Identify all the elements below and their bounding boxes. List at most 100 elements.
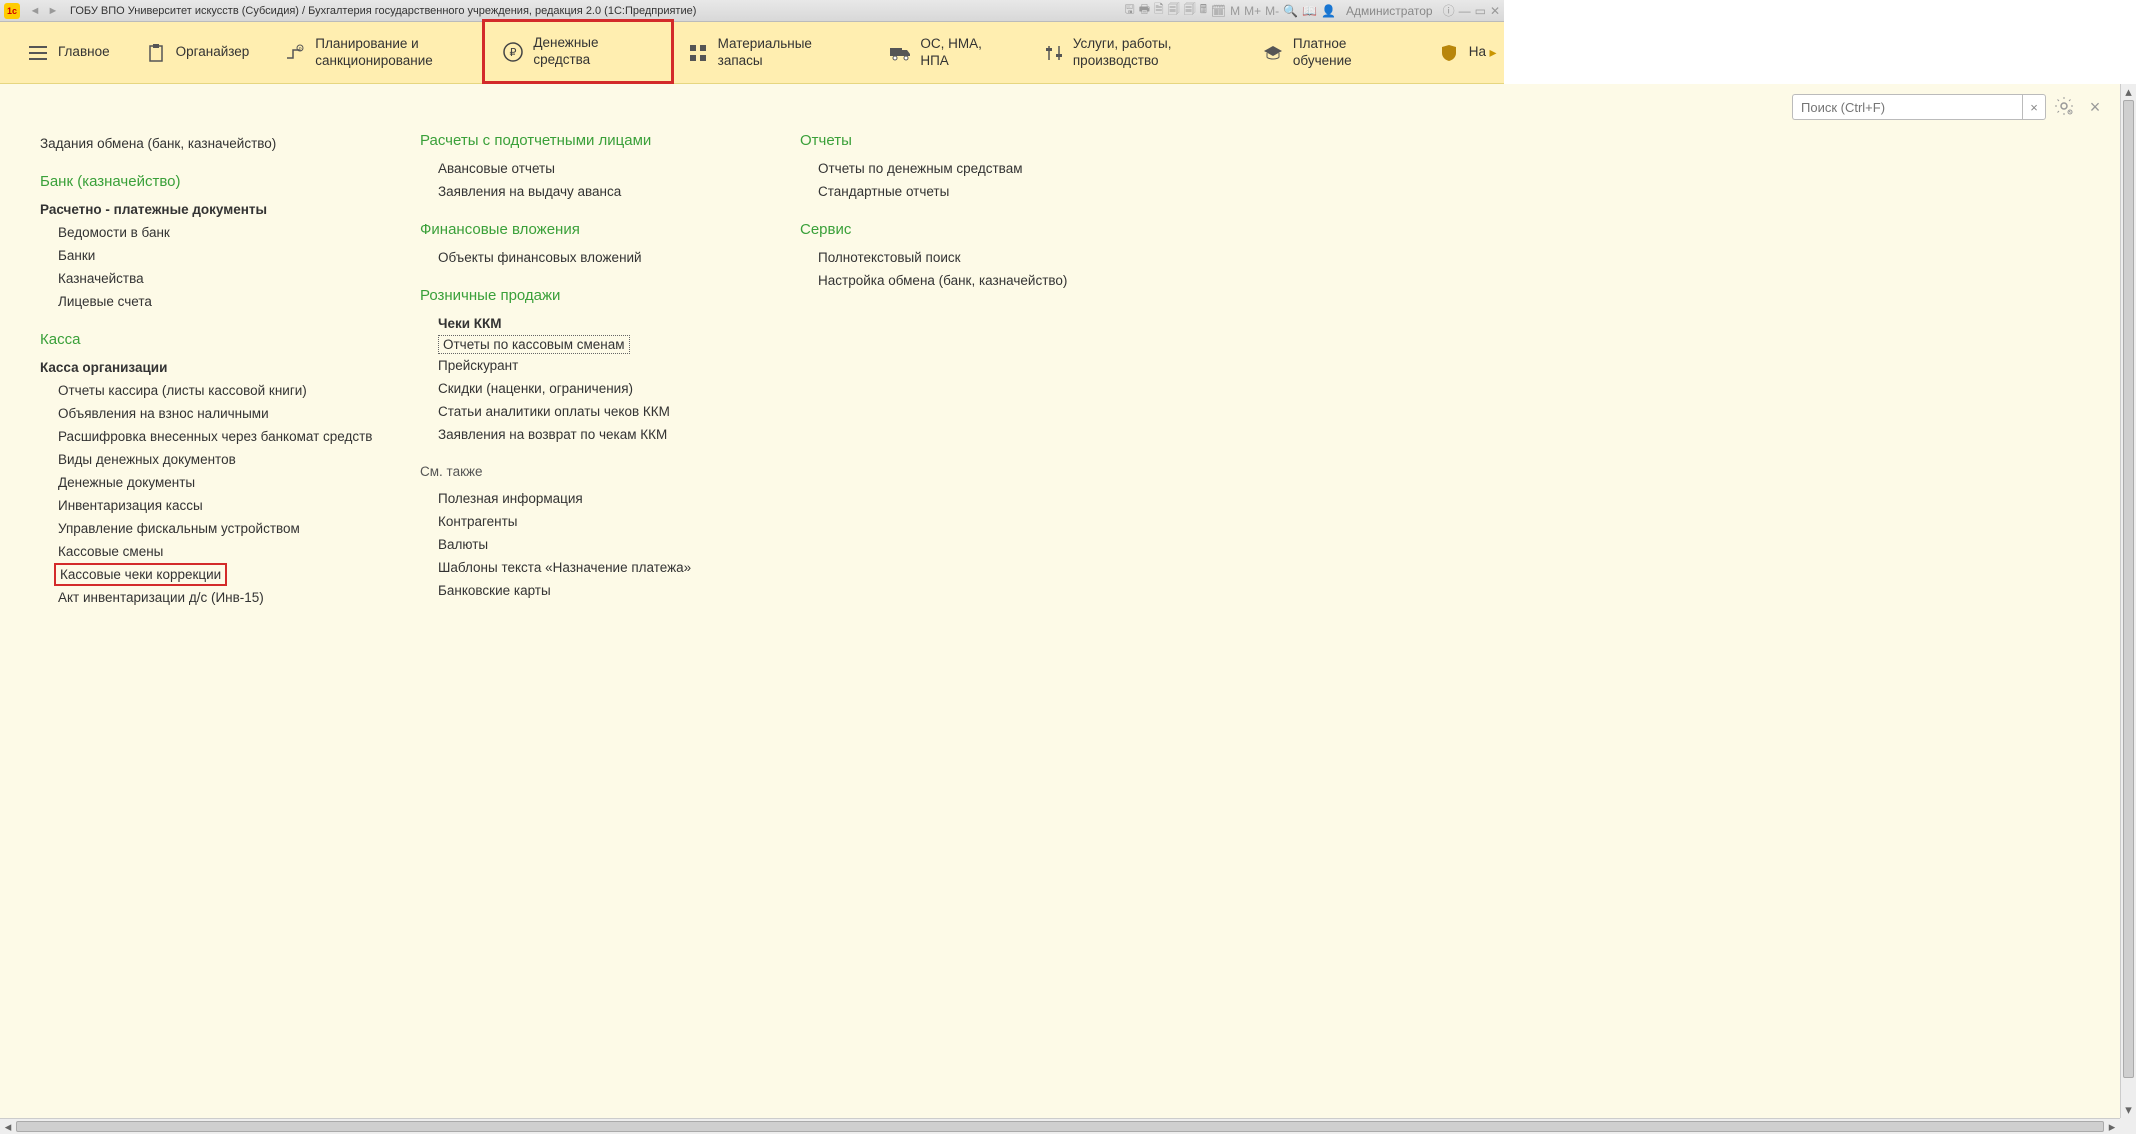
copy-icon[interactable]: 🗐 [1184, 0, 1196, 21]
link-pricelist[interactable]: Прейскурант [420, 354, 760, 377]
link-atm-deposit-detail[interactable]: Расшифровка внесенных через банкомат сре… [40, 425, 380, 448]
group-finvlozh[interactable]: Финансовые вложения [420, 221, 760, 238]
link-exchange-tasks[interactable]: Задания обмена (банк, казначейство) [40, 132, 380, 155]
maximize-icon[interactable]: ▭ [1475, 4, 1486, 18]
user-icon[interactable]: 👤 [1321, 4, 1336, 18]
link-inv15[interactable]: Акт инвентаризации д/с (Инв-15) [40, 586, 380, 609]
group-kassa[interactable]: Касса [40, 331, 380, 348]
link-shift-reports[interactable]: Отчеты по кассовым сменам [438, 335, 630, 354]
nav-columns: Задания обмена (банк, казначейство) Банк… [0, 124, 2120, 629]
link-money-docs[interactable]: Денежные документы [40, 471, 380, 494]
book-icon[interactable]: 📖 [1302, 4, 1317, 18]
link-cashier-reports[interactable]: Отчеты кассира (листы кассовой книги) [40, 379, 380, 402]
title-bar: 1c ◄ ► ГОБУ ВПО Университет искусств (Су… [0, 0, 1504, 22]
link-payment-purpose-templates[interactable]: Шаблоны текста «Назначение платежа» [420, 556, 760, 579]
section-main[interactable]: Главное [10, 22, 128, 83]
col-right: Отчеты Отчеты по денежным средствам Стан… [800, 132, 1140, 609]
link-cash-deposit-decl[interactable]: Объявления на взнос наличными [40, 402, 380, 425]
svg-text:₽: ₽ [510, 47, 517, 59]
link-useful-info[interactable]: Полезная информация [420, 487, 760, 510]
section-label: Органайзер [176, 44, 250, 60]
group-retail[interactable]: Розничные продажи [420, 287, 760, 304]
sections-scroll-right-icon[interactable]: ▸ [1486, 22, 1500, 83]
scroll-up-icon[interactable]: ▴ [2121, 84, 2136, 100]
zoom-icon[interactable]: 🔍 [1283, 4, 1298, 18]
group-podotchet[interactable]: Расчеты с подотчетными лицами [420, 132, 760, 149]
col-bank-kassa: Задания обмена (банк, казначейство) Банк… [40, 132, 380, 609]
link-fulltext-search[interactable]: Полнотекстовый поиск [800, 246, 1140, 269]
vertical-scrollbar[interactable]: ▴ ▾ [2120, 84, 2136, 1118]
section-assets[interactable]: ОС, НМА, НПА [872, 22, 1027, 83]
link-kassa-org[interactable]: Касса организации [40, 356, 380, 379]
nav-back-icon[interactable]: ◄ [27, 3, 43, 19]
section-materials[interactable]: Материальные запасы [671, 22, 873, 83]
content-wrap: × × Задания обмена (банк, казначейство) … [0, 84, 2136, 1134]
section-label: Услуги, работы, производство [1073, 36, 1227, 68]
compare-icon[interactable]: 🗐 [1168, 0, 1180, 21]
link-bank-statements[interactable]: Ведомости в банк [40, 221, 380, 244]
m-button[interactable]: M [1230, 4, 1240, 18]
gradcap-icon [1263, 43, 1283, 63]
mminus-button[interactable]: M- [1265, 4, 1279, 18]
truck-icon [890, 43, 910, 63]
section-nav: Главное Органайзер ₽ Планирование и санк… [0, 22, 1504, 84]
link-exchange-settings[interactable]: Настройка обмена (банк, казначейство) [800, 269, 1140, 292]
link-fiscal-device[interactable]: Управление фискальным устройством [40, 517, 380, 540]
titlebar-tools: 🖫 🖶 🗎 🗐 🗐 🖩 🗓 M M+ M- 🔍 📖 👤 Администрато… [1124, 0, 1500, 21]
close-window-icon[interactable]: ✕ [1490, 4, 1500, 18]
calendar-icon[interactable]: 🗓 [1211, 4, 1226, 18]
scroll-right-icon[interactable]: ▸ [2104, 1119, 2120, 1134]
link-money-reports[interactable]: Отчеты по денежным средствам [800, 157, 1140, 180]
section-money[interactable]: ₽ Денежные средства [485, 22, 670, 83]
link-cash-shifts[interactable]: Кассовые смены [40, 540, 380, 563]
search-clear-button[interactable]: × [2022, 94, 2046, 120]
preview-icon[interactable]: 🗎 [1154, 0, 1164, 21]
calc-icon[interactable]: 🖩 [1200, 0, 1207, 21]
group-service[interactable]: Сервис [800, 221, 1140, 238]
save-icon[interactable]: 🖫 [1124, 0, 1134, 21]
link-payment-docs[interactable]: Расчетно - платежные документы [40, 198, 380, 221]
horizontal-scrollbar[interactable]: ◂ ▸ [0, 1118, 2120, 1134]
info-icon[interactable]: ⓘ [1443, 2, 1455, 19]
link-counterparties[interactable]: Контрагенты [420, 510, 760, 533]
link-advance-requests[interactable]: Заявления на выдачу аванса [420, 180, 760, 203]
section-label: Планирование и санкционирование [315, 36, 467, 68]
link-discounts[interactable]: Скидки (наценки, ограничения) [420, 377, 760, 400]
link-correction-checks[interactable]: Кассовые чеки коррекции [54, 563, 227, 586]
link-standard-reports[interactable]: Стандартные отчеты [800, 180, 1140, 203]
link-advance-reports[interactable]: Авансовые отчеты [420, 157, 760, 180]
section-label: Материальные запасы [718, 36, 855, 68]
h-scroll-thumb[interactable] [16, 1121, 2104, 1132]
section-organizer[interactable]: Органайзер [128, 22, 268, 83]
clipboard-icon [146, 43, 166, 63]
section-label: ОС, НМА, НПА [920, 36, 1009, 68]
user-name[interactable]: Администратор [1346, 4, 1433, 18]
link-banks[interactable]: Банки [40, 244, 380, 267]
link-treasuries[interactable]: Казначейства [40, 267, 380, 290]
link-check-analytics[interactable]: Статьи аналитики оплаты чеков ККМ [420, 400, 760, 423]
settings-gear-icon[interactable] [2054, 96, 2076, 118]
v-scroll-thumb[interactable] [2123, 100, 2134, 1078]
group-reports[interactable]: Отчеты [800, 132, 1140, 149]
section-education[interactable]: Платное обучение [1245, 22, 1421, 83]
link-investment-objects[interactable]: Объекты финансовых вложений [420, 246, 760, 269]
link-kkm-checks[interactable]: Чеки ККМ [420, 312, 760, 335]
scroll-down-icon[interactable]: ▾ [2121, 1102, 2136, 1118]
mplus-button[interactable]: M+ [1244, 4, 1261, 18]
app-logo: 1c [4, 3, 20, 19]
group-bank[interactable]: Банк (казначейство) [40, 173, 380, 190]
link-check-refund-req[interactable]: Заявления на возврат по чекам ККМ [420, 423, 760, 446]
scroll-left-icon[interactable]: ◂ [0, 1119, 16, 1134]
link-bank-cards[interactable]: Банковские карты [420, 579, 760, 602]
minimize-icon[interactable]: — [1459, 4, 1471, 18]
section-services[interactable]: Услуги, работы, производство [1027, 22, 1245, 83]
link-money-doc-types[interactable]: Виды денежных документов [40, 448, 380, 471]
link-cash-inventory[interactable]: Инвентаризация кассы [40, 494, 380, 517]
nav-fwd-icon[interactable]: ► [45, 3, 61, 19]
link-accounts[interactable]: Лицевые счета [40, 290, 380, 313]
section-planning[interactable]: ₽ Планирование и санкционирование [267, 22, 485, 83]
link-currencies[interactable]: Валюты [420, 533, 760, 556]
search-input[interactable] [1792, 94, 2022, 120]
print-icon[interactable]: 🖶 [1139, 0, 1150, 21]
panel-close-icon[interactable]: × [2084, 96, 2106, 118]
